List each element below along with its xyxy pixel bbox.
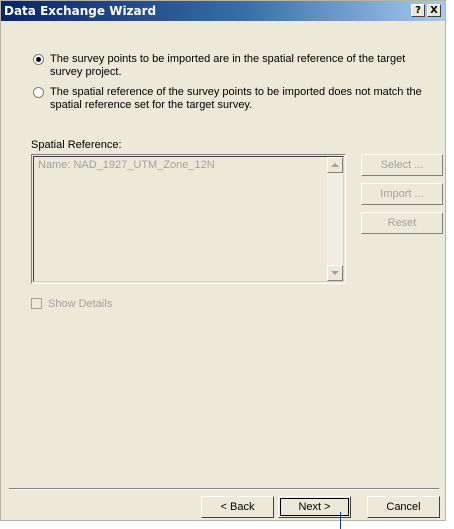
select-button[interactable]: Select ...: [361, 154, 443, 176]
text-cursor-icon: [340, 512, 341, 529]
show-details-option[interactable]: Show Details: [31, 298, 181, 312]
spatial-reference-label: Spatial Reference:: [31, 139, 122, 151]
scroll-down-button[interactable]: [327, 265, 343, 281]
arrow-up-icon: [331, 163, 339, 167]
dialog-window: Data Exchange Wizard ? X The survey poin…: [0, 0, 446, 521]
close-button[interactable]: X: [427, 4, 441, 17]
show-details-checkbox[interactable]: [31, 298, 42, 309]
show-details-label: Show Details: [48, 298, 113, 310]
help-button[interactable]: ?: [411, 4, 425, 17]
reset-button[interactable]: Reset: [361, 212, 443, 234]
spatial-reference-text: Name: NAD_1927_UTM_Zone_12N: [38, 159, 215, 171]
option-same-reference-label: The survey points to be imported are in …: [50, 53, 406, 78]
footer-divider: [9, 488, 439, 490]
back-button[interactable]: < Back: [201, 496, 274, 518]
radio-same-reference[interactable]: [33, 54, 44, 65]
arrow-down-icon: [331, 271, 339, 275]
spatial-reference-box: Name: NAD_1927_UTM_Zone_12N: [31, 154, 346, 284]
title-bar[interactable]: Data Exchange Wizard ? X: [1, 1, 445, 21]
option-different-reference-label: The spatial reference of the survey poin…: [50, 86, 422, 111]
window-title: Data Exchange Wizard: [4, 4, 157, 18]
vertical-scrollbar[interactable]: [327, 157, 343, 281]
cancel-button[interactable]: Cancel: [367, 496, 440, 518]
scroll-up-button[interactable]: [327, 157, 343, 173]
import-button[interactable]: Import ...: [361, 183, 443, 205]
radio-different-reference[interactable]: [33, 87, 44, 98]
